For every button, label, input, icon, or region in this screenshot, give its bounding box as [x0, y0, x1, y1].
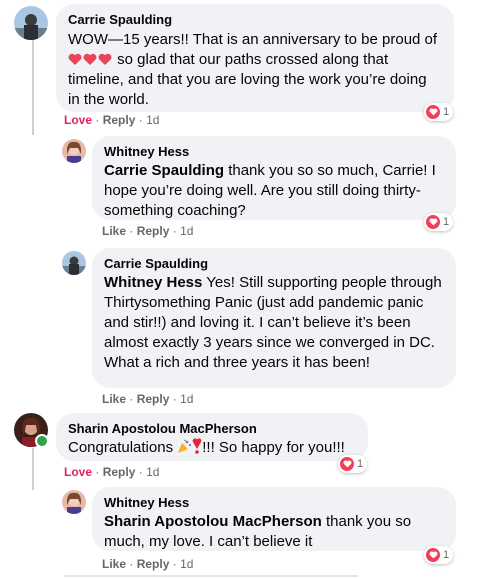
- thread-line: [32, 448, 34, 490]
- exclamation-emoji-icon: [192, 438, 202, 460]
- heart-reaction-icon: [426, 548, 440, 562]
- reply-button[interactable]: Reply: [103, 465, 136, 479]
- thread-line: [32, 40, 34, 135]
- comment-bubble: Carrie Spaulding Whitney Hess Yes! Still…: [92, 248, 456, 388]
- comment-bubble: Sharin Apostolou MacPherson Congratulati…: [56, 413, 368, 461]
- comment-bubble: Whitney Hess Sharin Apostolou MacPherson…: [92, 487, 456, 551]
- comment-timestamp[interactable]: 1d: [146, 113, 159, 127]
- reaction-count-value: 1: [443, 549, 450, 561]
- like-button[interactable]: Like: [102, 392, 126, 406]
- avatar[interactable]: [62, 251, 86, 275]
- love-button[interactable]: Love: [64, 465, 92, 479]
- comment-actions: Like · Reply · 1d: [102, 557, 194, 571]
- heart-reaction-icon: [340, 457, 354, 471]
- comment-timestamp[interactable]: 1d: [180, 224, 193, 238]
- reaction-count[interactable]: 1: [424, 213, 454, 231]
- comment-text-part: WOW—15 years!! That is an anniversary to…: [68, 31, 438, 48]
- comment-text-part: !!! So happy for you!!!: [202, 439, 345, 456]
- love-button[interactable]: Love: [64, 113, 92, 127]
- comment-timestamp[interactable]: 1d: [180, 392, 193, 406]
- comment-timestamp[interactable]: 1d: [180, 557, 193, 571]
- avatar[interactable]: [62, 490, 86, 514]
- comment-text: WOW—15 years!! That is an anniversary to…: [68, 30, 442, 110]
- online-status-icon: [35, 434, 49, 448]
- comment-text: Whitney Hess Yes! Still supporting peopl…: [104, 273, 444, 373]
- like-button[interactable]: Like: [102, 557, 126, 571]
- reply-button[interactable]: Reply: [137, 392, 170, 406]
- comment-author[interactable]: Whitney Hess: [104, 494, 444, 511]
- comment-actions: Love · Reply · 1d: [64, 113, 160, 127]
- comment-text-part: so glad that our paths crossed along tha…: [68, 51, 427, 108]
- reaction-count[interactable]: 1: [424, 546, 454, 564]
- heart-reaction-icon: [426, 215, 440, 229]
- comment-text: Sharin Apostolou MacPherson thank you so…: [104, 512, 444, 552]
- comment-author[interactable]: Sharin Apostolou MacPherson: [68, 420, 356, 437]
- comment-actions: Like · Reply · 1d: [102, 224, 194, 238]
- mention-link[interactable]: Sharin Apostolou MacPherson: [104, 513, 322, 530]
- reply-button[interactable]: Reply: [137, 224, 170, 238]
- comment-text: Carrie Spaulding thank you so so much, C…: [104, 161, 444, 221]
- avatar[interactable]: [14, 6, 48, 40]
- reply-button[interactable]: Reply: [103, 113, 136, 127]
- heart-emoji-icon: [68, 51, 117, 68]
- comment-author[interactable]: Carrie Spaulding: [68, 11, 442, 28]
- reaction-count-value: 1: [357, 458, 364, 470]
- comment-timestamp[interactable]: 1d: [146, 465, 159, 479]
- comment-text: Congratulations !!! So happy for you!!!: [68, 438, 356, 460]
- reaction-count-value: 1: [443, 106, 450, 118]
- heart-reaction-icon: [426, 105, 440, 119]
- mention-link[interactable]: Carrie Spaulding: [104, 162, 224, 179]
- reaction-count-value: 1: [443, 216, 450, 228]
- comment-bubble: Carrie Spaulding WOW—15 years!! That is …: [56, 4, 454, 112]
- reaction-count[interactable]: 1: [424, 103, 454, 121]
- like-button[interactable]: Like: [102, 224, 126, 238]
- comment-actions: Love · Reply · 1d: [64, 465, 160, 479]
- reply-button[interactable]: Reply: [137, 557, 170, 571]
- mention-link[interactable]: Whitney Hess: [104, 274, 202, 291]
- comment-actions: Like · Reply · 1d: [102, 392, 194, 406]
- comment-author[interactable]: Carrie Spaulding: [104, 255, 444, 272]
- comment-bubble: Whitney Hess Carrie Spaulding thank you …: [92, 136, 456, 220]
- divider: [64, 575, 358, 577]
- comment-text-part: Congratulations: [68, 439, 174, 456]
- party-popper-icon: [177, 439, 192, 460]
- comment-author[interactable]: Whitney Hess: [104, 143, 444, 160]
- reaction-count[interactable]: 1: [338, 455, 368, 473]
- avatar[interactable]: [62, 139, 86, 163]
